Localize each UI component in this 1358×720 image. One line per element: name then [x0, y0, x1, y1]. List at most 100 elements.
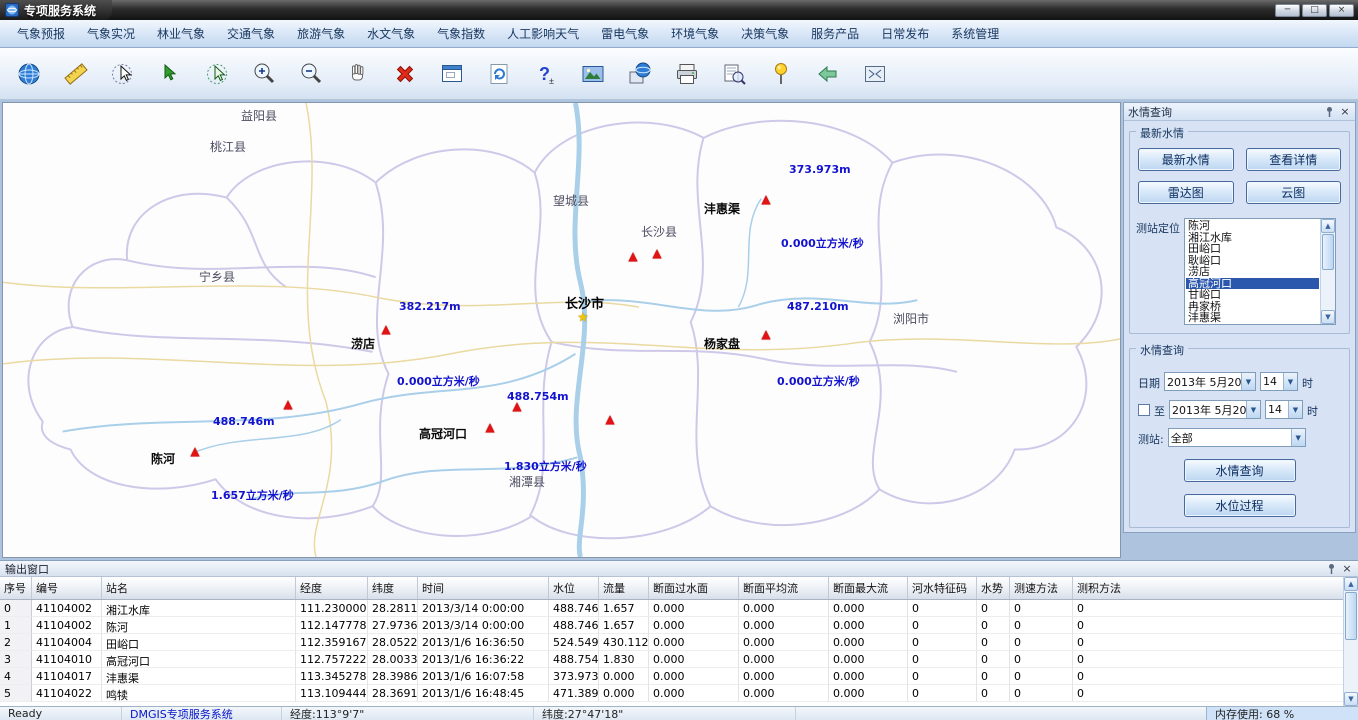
station-marker-icon[interactable]: ▲: [761, 193, 770, 205]
column-header[interactable]: 经度: [296, 577, 368, 599]
maximize-button[interactable]: □: [1302, 4, 1327, 17]
panel-button[interactable]: 云图: [1246, 181, 1342, 204]
table-row[interactable]: 5 41104022 鸣犊 113.109444 28.369167 2013/…: [0, 685, 1358, 702]
table-row[interactable]: 3 41104010 高冠河口 112.757222 28.003333 201…: [0, 651, 1358, 668]
column-header[interactable]: 时间: [418, 577, 549, 599]
panel-button[interactable]: 雷达图: [1138, 181, 1234, 204]
station-listbox[interactable]: 陈河湘江水库田峪口耿峪口涝店高冠河口甘峪口冉家桥沣惠渠: [1184, 218, 1336, 325]
menu-item[interactable]: 日常发布: [870, 19, 940, 48]
station-marker-icon[interactable]: ▲: [190, 445, 199, 457]
water-level-process-button[interactable]: 水位过程: [1184, 494, 1296, 517]
table-row[interactable]: 2 41104004 田峪口 112.359167 28.052222 2013…: [0, 634, 1358, 651]
station-list-item[interactable]: 甘峪口: [1186, 289, 1319, 301]
deselect-button[interactable]: [198, 52, 236, 96]
menu-item[interactable]: 旅游气象: [286, 19, 356, 48]
station-list-item[interactable]: 涝店: [1186, 266, 1319, 278]
station-marker-icon[interactable]: ▲: [605, 413, 614, 425]
clear-button[interactable]: [386, 52, 424, 96]
menu-item[interactable]: 交通气象: [216, 19, 286, 48]
menu-item[interactable]: 服务产品: [800, 19, 870, 48]
table-row[interactable]: 1 41104002 陈河 112.147778 27.973611 2013/…: [0, 617, 1358, 634]
menu-item[interactable]: 水文气象: [356, 19, 426, 48]
station-marker-icon[interactable]: ▲: [761, 328, 770, 340]
station-marker-icon[interactable]: ▲: [628, 250, 637, 262]
fit-window-button[interactable]: [433, 52, 471, 96]
station-marker-icon[interactable]: ▲: [512, 400, 521, 412]
station-select[interactable]: 全部 ▼: [1168, 428, 1306, 447]
water-query-button[interactable]: 水情查询: [1184, 459, 1296, 482]
column-header[interactable]: 序号: [0, 577, 32, 599]
pan-button[interactable]: [339, 52, 377, 96]
scroll-thumb[interactable]: [1345, 592, 1357, 640]
globe-button[interactable]: [10, 52, 48, 96]
station-locate-label: 测站定位: [1136, 218, 1180, 325]
station-list-item[interactable]: 沣惠渠: [1186, 312, 1319, 324]
menu-item[interactable]: 气象指数: [426, 19, 496, 48]
column-header[interactable]: 站名: [102, 577, 296, 599]
menu-item[interactable]: 系统管理: [940, 19, 1010, 48]
column-header[interactable]: 测速方法: [1010, 577, 1073, 599]
date-from-select[interactable]: 2013年 5月20日 ▼: [1164, 372, 1256, 391]
column-header[interactable]: 河水特征码: [908, 577, 977, 599]
scroll-thumb[interactable]: [1322, 234, 1334, 270]
column-header[interactable]: 断面最大流: [829, 577, 908, 599]
scroll-up-icon[interactable]: ▲: [1321, 219, 1335, 233]
zoom-in-button[interactable]: [245, 52, 283, 96]
measure-button[interactable]: [57, 52, 95, 96]
station-marker-icon[interactable]: ▲: [652, 247, 661, 259]
help-button[interactable]: ?±: [527, 52, 565, 96]
print-button[interactable]: [668, 52, 706, 96]
panel-button[interactable]: 查看详情: [1246, 148, 1342, 171]
menu-item[interactable]: 决策气象: [730, 19, 800, 48]
column-header[interactable]: 流量: [599, 577, 649, 599]
refresh-button[interactable]: [480, 52, 518, 96]
menu-item[interactable]: 雷电气象: [590, 19, 660, 48]
station-marker-icon[interactable]: ▲: [485, 421, 494, 433]
table-row[interactable]: 0 41104002 湘江水库 111.230000 28.281111 201…: [0, 600, 1358, 617]
scroll-down-icon[interactable]: ▼: [1321, 310, 1335, 324]
output-scrollbar[interactable]: ▲ ▼: [1343, 577, 1358, 706]
panel-button[interactable]: 最新水情: [1138, 148, 1234, 171]
close-button[interactable]: ×: [1329, 4, 1354, 17]
select-features-button[interactable]: [104, 52, 142, 96]
pin-icon[interactable]: [1326, 563, 1337, 574]
column-header[interactable]: 水位: [549, 577, 599, 599]
column-header[interactable]: 断面过水面: [649, 577, 739, 599]
hour-to-select[interactable]: 14 ▼: [1265, 400, 1303, 419]
output-close-icon[interactable]: ×: [1341, 563, 1353, 574]
pin-icon[interactable]: [1324, 106, 1335, 117]
locate-button[interactable]: [762, 52, 800, 96]
menu-item[interactable]: 环境气象: [660, 19, 730, 48]
hour-from-select[interactable]: 14 ▼: [1260, 372, 1298, 391]
zoom-out-button[interactable]: [292, 52, 330, 96]
column-header[interactable]: 编号: [32, 577, 102, 599]
menu-item[interactable]: 气象预报: [6, 19, 76, 48]
column-header[interactable]: 断面平均流: [739, 577, 829, 599]
scroll-up-icon[interactable]: ▲: [1344, 577, 1358, 591]
station-marker-icon[interactable]: ▲: [283, 398, 292, 410]
image-button[interactable]: [574, 52, 612, 96]
station-marker-icon[interactable]: ▲: [381, 323, 390, 335]
listbox-scrollbar[interactable]: ▲ ▼: [1320, 219, 1335, 324]
full-extent-button[interactable]: [856, 52, 894, 96]
date-to-select[interactable]: 2013年 5月20日 ▼: [1169, 400, 1261, 419]
print-preview-button[interactable]: [715, 52, 753, 96]
menu-item[interactable]: 林业气象: [146, 19, 216, 48]
column-header[interactable]: 测积方法: [1073, 577, 1358, 599]
minimize-button[interactable]: ─: [1275, 4, 1300, 17]
basemap-button[interactable]: [621, 52, 659, 96]
chevron-down-icon: ▼: [1283, 373, 1297, 390]
scroll-down-icon[interactable]: ▼: [1344, 692, 1358, 706]
menu-item[interactable]: 气象实况: [76, 19, 146, 48]
panel-close-icon[interactable]: ×: [1339, 106, 1351, 117]
station-list-item[interactable]: 陈河: [1186, 220, 1319, 232]
column-header[interactable]: 纬度: [368, 577, 418, 599]
select-arrow-button[interactable]: [151, 52, 189, 96]
column-header[interactable]: 水势: [977, 577, 1010, 599]
map-canvas[interactable]: 益阳县桃江县宁乡县望城县长沙县浏阳市湘潭县 涝店陈河高冠河口杨家盘沣惠渠 382…: [2, 102, 1121, 558]
back-button[interactable]: [809, 52, 847, 96]
table-row[interactable]: 4 41104017 沣惠渠 113.345278 28.398611 2013…: [0, 668, 1358, 685]
menu-item[interactable]: 人工影响天气: [496, 19, 590, 48]
station-list-item[interactable]: 田峪口: [1186, 243, 1319, 255]
date-to-checkbox[interactable]: [1138, 404, 1150, 416]
